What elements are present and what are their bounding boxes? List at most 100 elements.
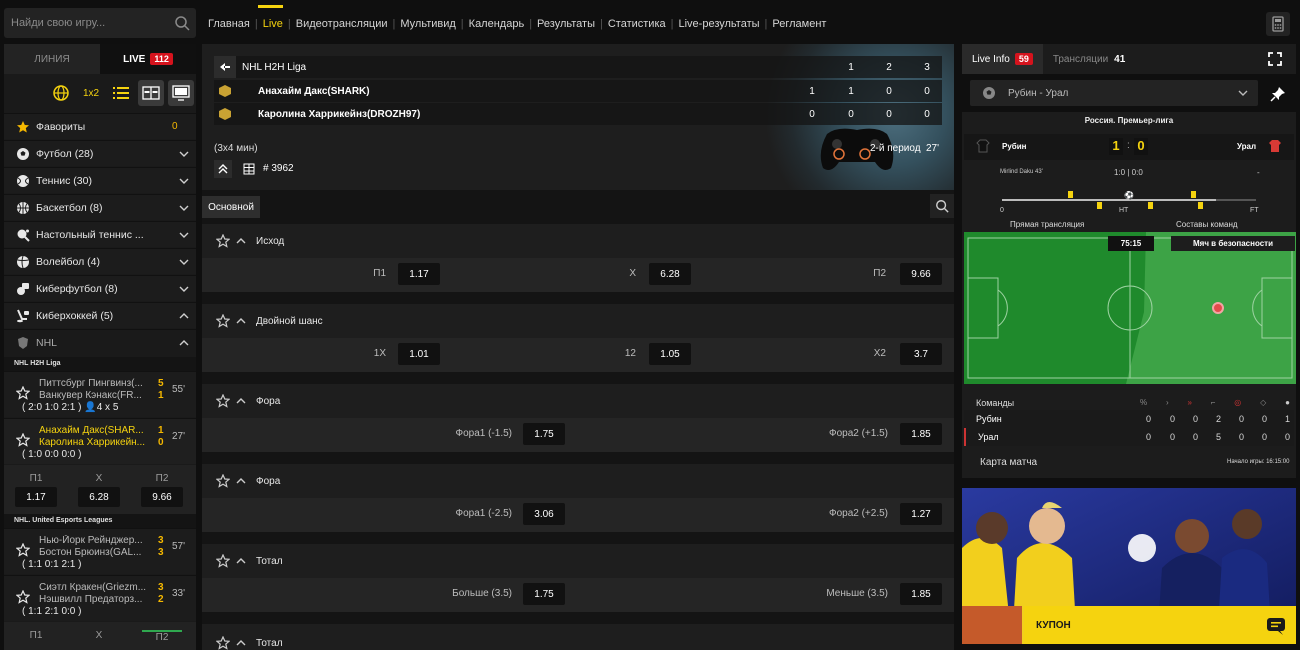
star-outline-icon[interactable] <box>216 394 230 408</box>
sidebar-item-cyberhockey[interactable]: Киберхоккей (5) <box>4 302 196 328</box>
yellow-card-icon <box>1148 202 1153 209</box>
nav-results[interactable]: Результаты <box>532 18 600 30</box>
sidebar-item-cyberfootball[interactable]: Киберфутбол (8) <box>4 275 196 301</box>
market-total: Тотал Больше (3.5) 1.75 Меньше (3.5) 1.8… <box>202 544 954 612</box>
chat-icon[interactable] <box>1266 616 1286 636</box>
nav-calendar[interactable]: Календарь <box>464 18 530 30</box>
star-outline-icon[interactable] <box>216 234 230 248</box>
team2-total: 0 <box>809 108 815 120</box>
team1-score: 5 <box>158 378 164 389</box>
chevron-down-icon <box>172 232 196 238</box>
chevron-down-icon <box>172 178 196 184</box>
odd-button[interactable]: 3.7 <box>900 343 942 365</box>
odd-button[interactable]: 1.75 <box>523 583 565 605</box>
sidebar-item-label: Футбол (28) <box>36 147 94 160</box>
odd-button[interactable]: 1.27 <box>900 503 942 525</box>
yellow-card-icon <box>1097 202 1102 209</box>
sidebar-item-label: Киберхоккей (5) <box>36 309 114 322</box>
odd-button[interactable]: 1.17 <box>398 263 440 285</box>
nav-stats[interactable]: Статистика <box>603 18 671 30</box>
odds-x-button[interactable]: 6.28 <box>78 487 120 507</box>
chevron-up-icon[interactable] <box>236 238 246 244</box>
stat-value: 0 <box>1146 414 1152 424</box>
game-format: (3x4 мин) <box>214 143 258 154</box>
chevron-up-icon[interactable] <box>236 318 246 324</box>
star-outline-icon[interactable] <box>16 543 30 557</box>
match-item[interactable]: Сиэтл Кракен(Griezm... Нэшвилл Предаторз… <box>4 575 196 621</box>
chevron-up-icon[interactable] <box>236 398 246 404</box>
chevron-up-icon[interactable] <box>236 558 246 564</box>
split-view-icon[interactable] <box>138 80 164 106</box>
live-stream-link[interactable]: Прямая трансляция <box>1010 220 1084 229</box>
star-outline-icon[interactable] <box>216 554 230 568</box>
tab-live-info[interactable]: Live Info 59 <box>962 44 1043 74</box>
chevron-down-icon <box>172 286 196 292</box>
tab-broadcasts[interactable]: Трансляции 41 <box>1043 44 1135 74</box>
sidebar-item-table-tennis[interactable]: Настольный теннис ... <box>4 221 196 247</box>
sidebar-item-favorites[interactable]: Фавориты 0 <box>4 113 196 139</box>
odd-label: 12 <box>624 348 636 359</box>
sidebar-item-nhl[interactable]: NHL <box>4 329 196 355</box>
chevron-up-icon[interactable] <box>236 640 246 646</box>
fullscreen-icon[interactable] <box>1268 52 1282 66</box>
star-outline-icon[interactable] <box>216 474 230 488</box>
odds-header-x: X <box>95 630 103 641</box>
collapse-icon[interactable] <box>214 160 232 178</box>
nav-video[interactable]: Видеотрансляции <box>291 18 393 30</box>
sidebar-item-basketball[interactable]: Баскетбол (8) <box>4 194 196 220</box>
match-item[interactable]: Нью-Йорк Рейнджер... Бостон Брюинз(GAL..… <box>4 528 196 574</box>
star-outline-icon[interactable] <box>216 636 230 650</box>
team1-score: 3 <box>158 535 164 546</box>
sidebar-item-tennis[interactable]: Теннис (30) <box>4 167 196 193</box>
odd-button[interactable]: 1.01 <box>398 343 440 365</box>
nav-live[interactable]: Live <box>257 5 288 30</box>
odd-label: 1X <box>373 348 386 359</box>
odds-header-p1: П1 <box>29 630 43 641</box>
monitor-icon[interactable] <box>168 80 194 106</box>
star-outline-icon[interactable] <box>16 386 30 400</box>
stats-grid-icon[interactable] <box>240 160 258 178</box>
star-outline-icon[interactable] <box>16 590 30 604</box>
tab-live[interactable]: LIVE 112 <box>100 44 196 74</box>
match-map-link[interactable]: Карта матча <box>980 457 1037 468</box>
market-search-icon[interactable] <box>930 194 954 218</box>
odd-button[interactable]: 1.85 <box>900 423 942 445</box>
odd-button[interactable]: 1.85 <box>900 583 942 605</box>
sidebar-item-volleyball[interactable]: Волейбол (4) <box>4 248 196 274</box>
nav-main[interactable]: Главная <box>208 18 255 30</box>
calculator-icon[interactable] <box>1266 12 1290 36</box>
star-outline-icon[interactable] <box>16 433 30 447</box>
odds-p1-button[interactable]: 1.17 <box>15 487 57 507</box>
match-item[interactable]: Питтсбург Пингвинз(... Ванкувер Кэнакс(F… <box>4 371 196 417</box>
odd-label: П2 <box>873 268 886 279</box>
sidebar-item-label: Киберфутбол (8) <box>36 282 118 295</box>
match-item-selected[interactable]: Анахайм Дакс(SHAR... Каролина Харрикейн.… <box>4 418 196 464</box>
odd-button[interactable]: 9.66 <box>900 263 942 285</box>
match-select[interactable]: Рубин - Урал <box>970 80 1258 106</box>
back-arrow-icon[interactable] <box>214 56 236 78</box>
nav-rules[interactable]: Регламент <box>767 18 831 30</box>
period-scores: ( 1:1 2:1 0:0 ) <box>22 606 82 617</box>
odd-button[interactable]: 3.06 <box>523 503 565 525</box>
sidebar-item-football[interactable]: Футбол (28) <box>4 140 196 166</box>
list-view-icon[interactable] <box>108 80 134 106</box>
odd-label: Больше (3.5) <box>452 588 512 599</box>
odd-button[interactable]: 1.05 <box>649 343 691 365</box>
globe-icon[interactable] <box>48 80 74 106</box>
nav-live-results[interactable]: Live-результаты <box>673 18 764 30</box>
tab-line[interactable]: ЛИНИЯ <box>4 44 100 74</box>
odds-p2-button[interactable]: 9.66 <box>141 487 183 507</box>
odd-button[interactable]: 6.28 <box>649 263 691 285</box>
coupon-button[interactable]: КУПОН <box>1024 606 1296 644</box>
chevron-up-icon[interactable] <box>236 478 246 484</box>
1x2-toggle[interactable]: 1x2 <box>78 80 104 106</box>
odd-button[interactable]: 1.75 <box>523 423 565 445</box>
search-box[interactable]: Найди свою игру... <box>4 8 196 38</box>
pin-icon[interactable] <box>1270 86 1286 102</box>
timeline-ht: HT <box>1119 207 1129 214</box>
lineups-link[interactable]: Составы команд <box>1176 220 1238 229</box>
star-outline-icon[interactable] <box>216 314 230 328</box>
search-icon[interactable] <box>174 15 190 31</box>
nav-multiview[interactable]: Мультивид <box>395 18 460 30</box>
tab-main[interactable]: Основной <box>202 196 260 218</box>
